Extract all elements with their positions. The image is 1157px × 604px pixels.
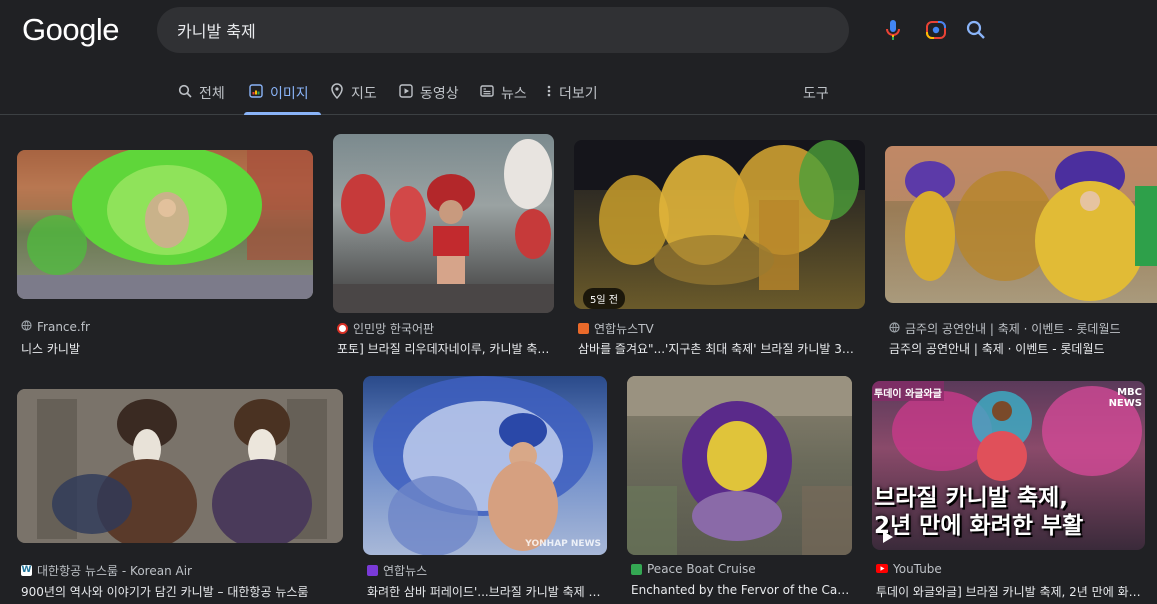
result-source: 인민망 한국어판 [337,320,434,337]
tab-label: 뉴스 [501,86,527,102]
youtube-icon [876,562,888,576]
tab-label: 이미지 [270,86,309,102]
result-thumbnail[interactable] [17,389,343,543]
result-source: 금주의 공연안내 | 축제 · 이벤트 - 롯데월드 [889,320,1121,337]
wordpress-icon: W [21,565,32,576]
tab-label: 더보기 [559,86,598,102]
tab-videos[interactable]: 동영상 [398,72,459,115]
result-title[interactable]: 포토] 브라질 리우데자네이루, 카니발 축제 ... [337,340,552,357]
overlay-tag: 투데이 와글와글 [874,389,942,400]
result-title[interactable]: 금주의 공연안내 | 축제 · 이벤트 - 롯데월드 [889,340,1151,357]
google-logo[interactable]: Google [22,12,119,48]
result-thumbnail[interactable] [885,146,1157,303]
result-title[interactable]: 삼바를 즐겨요"...'지구촌 최대 축제' 브라질 카니발 3년만에... [578,340,863,357]
result-thumbnail[interactable]: 5일 전 [574,140,865,309]
overlay-line1: 브라질 카니발 축제, [874,485,1069,511]
result-title[interactable]: 900년의 역사와 이야기가 담긴 카니발 – 대한항공 뉴스룸 [21,583,341,600]
result-thumbnail[interactable] [17,150,313,299]
result-thumbnail[interactable] [627,376,852,555]
yonhap-tv-icon [578,323,589,334]
result-title[interactable]: Enchanted by the Fervor of the Carniv... [631,583,851,597]
result-source: W 대한항공 뉴스룸 - Korean Air [21,564,192,578]
time-badge: 5일 전 [583,288,625,309]
tab-maps[interactable]: 지도 [329,72,377,115]
tools-button[interactable]: 도구 [803,72,829,115]
tab-label: 지도 [351,86,377,102]
globe-icon [889,321,900,336]
result-thumbnail[interactable]: 투데이 와글와글 MBC NEWS 브라질 카니발 축제, 2년 만에 화려한 … [872,381,1145,550]
search-icon [177,83,193,99]
watermark: YONHAP NEWS [525,539,601,549]
tab-more[interactable]: 더보기 [545,72,598,115]
image-icon [248,83,264,99]
map-pin-icon [329,83,345,99]
result-source: Peace Boat Cruise [631,562,756,576]
tab-news[interactable]: 뉴스 [479,72,527,115]
globe-icon [21,320,32,334]
yonhap-icon [367,565,378,576]
result-title[interactable]: 투데이 와글와글] 브라질 카니발 축제, 2년 만에 화려... [876,583,1144,600]
google-lens-icon[interactable] [924,18,948,42]
search-submit-icon[interactable] [964,18,988,42]
news-icon [479,83,495,99]
tab-label: 전체 [199,86,225,102]
play-icon [398,83,414,99]
result-thumbnail[interactable]: YONHAP NEWS [363,376,607,555]
video-play-icon [882,529,894,548]
result-source: France.fr [21,320,90,334]
tab-label: 동영상 [420,86,459,102]
tab-images[interactable]: 이미지 [244,72,321,115]
search-box[interactable] [157,7,985,53]
top-header: Google 카니발 축제 전체 이미지 지도 동영상 뉴스 더보기 도구 [0,0,1157,115]
result-source: 연합뉴스 [367,562,427,579]
result-title[interactable]: 화려한 삼바 퍼레이드'...브라질 카니발 축제 2년... [367,583,607,600]
more-vert-icon [545,83,553,99]
search-input[interactable] [177,15,697,45]
mbc-news-logo: MBC NEWS [1108,387,1142,409]
search-tabs: 전체 이미지 지도 동영상 뉴스 더보기 도구 [0,72,1157,115]
overlay-line2: 2년 만에 화려한 부활 [874,513,1084,539]
peaceboat-icon [631,563,642,575]
people-daily-icon [337,323,348,334]
microphone-icon[interactable] [881,18,905,42]
result-source: YouTube [876,562,942,576]
result-thumbnail[interactable] [333,134,554,313]
result-title[interactable]: 니스 카니발 [21,340,311,357]
tab-all[interactable]: 전체 [177,72,225,115]
result-source: 연합뉴스TV [578,320,654,337]
tools-label: 도구 [803,86,829,102]
